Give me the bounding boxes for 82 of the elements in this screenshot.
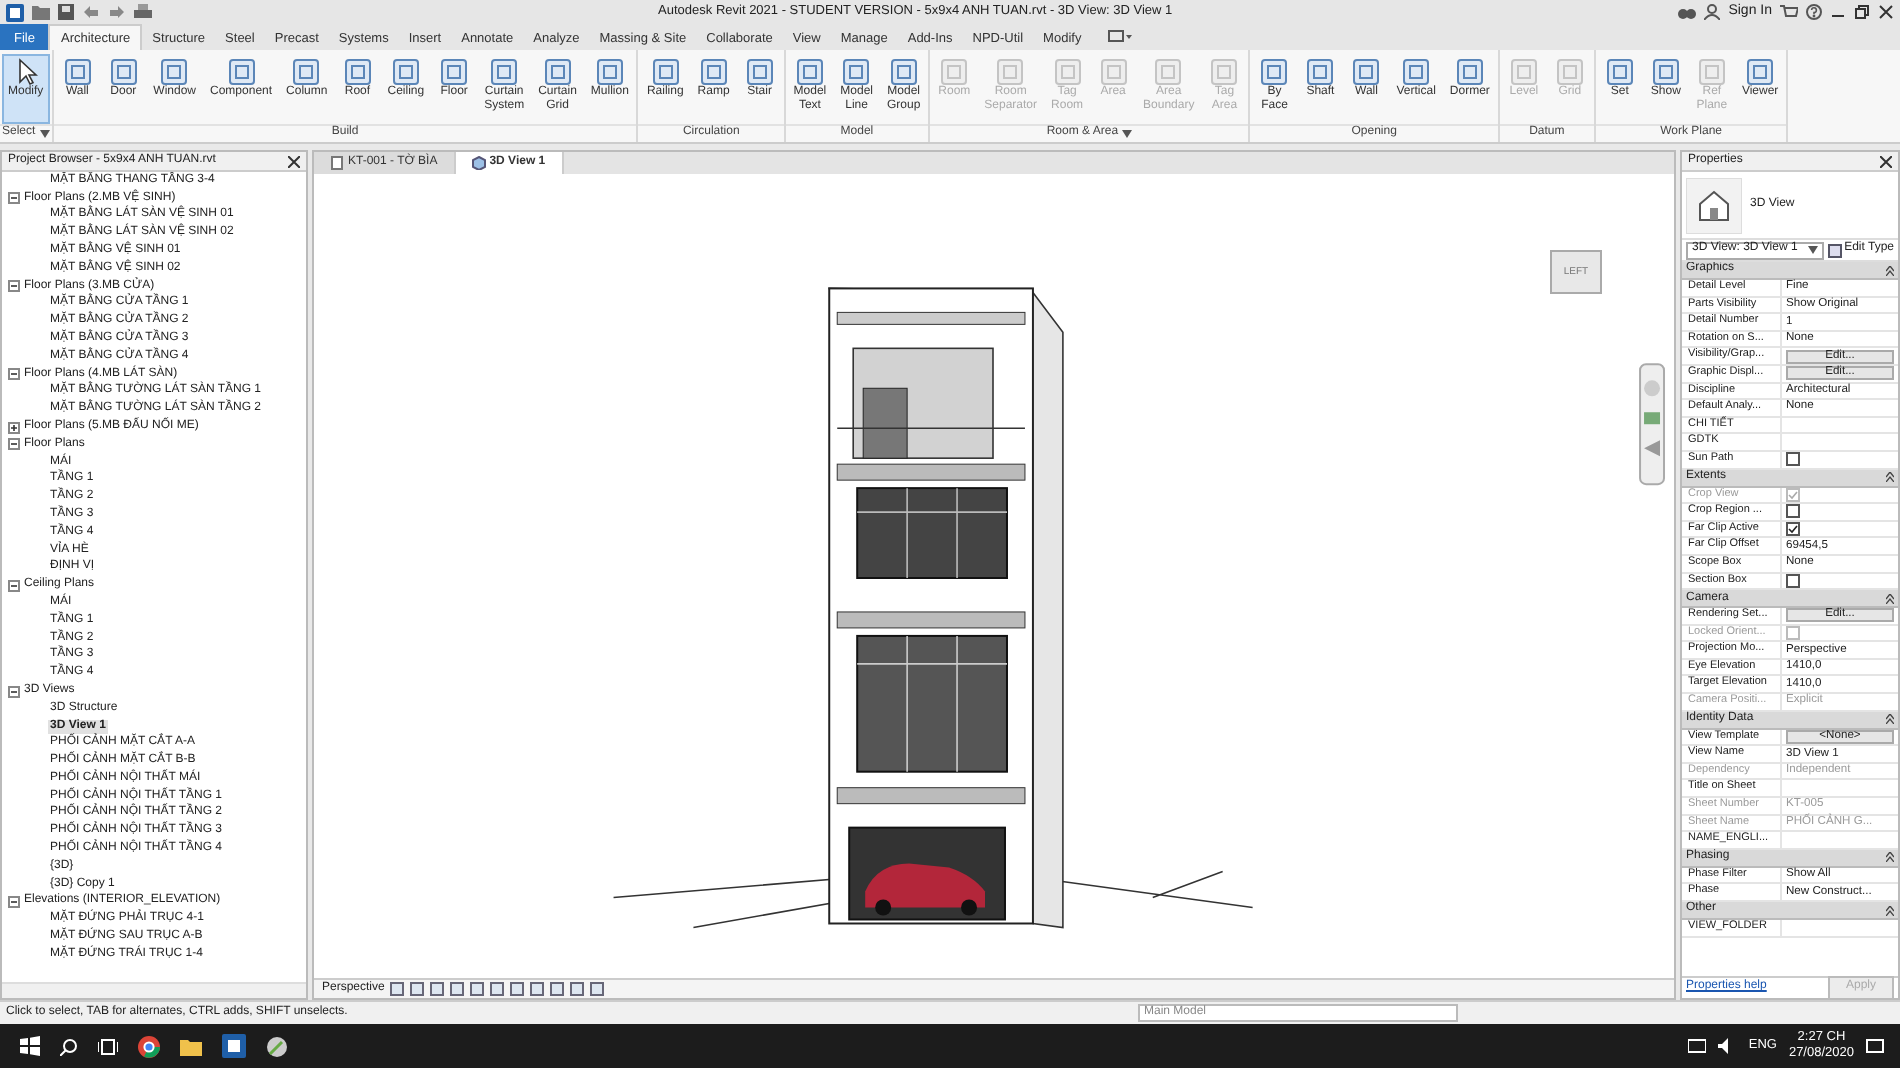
browser-icon[interactable] — [138, 1035, 160, 1057]
tool-icon — [1053, 58, 1082, 86]
tree-toggle[interactable] — [8, 192, 20, 205]
cart-icon[interactable] — [1780, 4, 1798, 20]
close-icon[interactable] — [1878, 4, 1894, 20]
undo-icon[interactable] — [82, 4, 100, 20]
tool-icon — [391, 58, 420, 86]
save-icon[interactable] — [58, 4, 74, 20]
tree-toggle[interactable] — [8, 280, 20, 293]
app-logo-icon — [6, 3, 24, 21]
panel-toggle-icon[interactable] — [1107, 28, 1132, 44]
tool-icon — [227, 58, 256, 86]
horizontal-scrollbar[interactable] — [2, 982, 306, 998]
tool-icon — [795, 58, 824, 86]
tool-icon — [1509, 58, 1538, 86]
checkbox[interactable] — [1786, 504, 1800, 519]
tool-icon — [651, 58, 680, 86]
sheet-icon — [330, 156, 344, 170]
caret-icon[interactable] — [1122, 130, 1133, 138]
checkbox[interactable] — [1786, 522, 1800, 537]
tool-icon — [160, 58, 189, 86]
tree-toggle[interactable] — [8, 579, 20, 592]
tool-icon — [292, 58, 321, 86]
tool-icon — [1210, 58, 1239, 86]
caret-icon — [1808, 246, 1819, 254]
tool-icon — [1555, 58, 1584, 86]
tool-icon — [543, 58, 572, 86]
collapse-icon[interactable] — [1886, 593, 1894, 604]
tool-icon — [343, 58, 372, 86]
collapse-icon[interactable] — [1886, 852, 1894, 863]
print-icon[interactable] — [134, 4, 152, 20]
windows-start-icon[interactable] — [20, 1036, 40, 1056]
checkbox[interactable] — [1786, 452, 1800, 467]
cube-icon — [471, 156, 486, 170]
tool-icon — [940, 58, 969, 86]
tool-icon — [996, 58, 1025, 86]
tree-toggle[interactable] — [8, 438, 20, 451]
edit-type-icon — [1828, 243, 1843, 257]
house-icon — [1686, 177, 1742, 233]
tool-icon — [842, 58, 871, 86]
tool-icon — [595, 58, 624, 86]
tool-icon — [1651, 58, 1680, 86]
tool-icon — [1746, 58, 1775, 86]
tree-toggle[interactable] — [8, 421, 20, 434]
tool-icon — [1099, 58, 1128, 86]
help-icon[interactable] — [1806, 4, 1822, 20]
tool-icon — [490, 58, 519, 86]
notification-icon[interactable] — [1866, 1037, 1884, 1055]
tree-toggle[interactable] — [8, 685, 20, 697]
checkbox[interactable] — [1786, 573, 1800, 588]
tool-icon — [1154, 58, 1183, 86]
tool-icon — [699, 58, 728, 86]
tool-icon — [1605, 58, 1634, 86]
tool-icon — [889, 58, 918, 86]
task-view-icon[interactable] — [98, 1037, 118, 1055]
tool-icon — [1455, 58, 1484, 86]
redo-icon[interactable] — [108, 4, 126, 20]
restore-icon[interactable] — [1854, 4, 1870, 20]
collapse-icon[interactable] — [1886, 265, 1894, 275]
caret-icon[interactable] — [39, 130, 50, 138]
app-icon[interactable] — [222, 1034, 246, 1058]
user-icon — [1704, 4, 1721, 20]
close-icon[interactable] — [1880, 155, 1892, 167]
folder-icon[interactable] — [180, 1037, 202, 1055]
tool-icon — [109, 58, 138, 86]
tool-icon — [440, 58, 469, 86]
tool-icon — [1352, 58, 1381, 86]
tool-icon — [1260, 58, 1289, 86]
collapse-icon[interactable] — [1886, 905, 1894, 915]
binoculars-icon[interactable] — [1678, 4, 1697, 20]
close-icon[interactable] — [288, 155, 300, 167]
collapse-icon[interactable] — [1886, 472, 1894, 483]
collapse-icon[interactable] — [1886, 714, 1894, 725]
search-icon[interactable] — [60, 1037, 78, 1055]
tool-icon — [1306, 58, 1335, 86]
tool-icon — [1697, 58, 1726, 86]
tree-toggle[interactable] — [8, 368, 20, 381]
open-folder-icon[interactable] — [32, 4, 50, 20]
tool-icon — [63, 58, 92, 86]
tool-icon — [745, 58, 774, 86]
tree-toggle[interactable] — [8, 896, 20, 909]
tool-icon — [1402, 58, 1431, 86]
